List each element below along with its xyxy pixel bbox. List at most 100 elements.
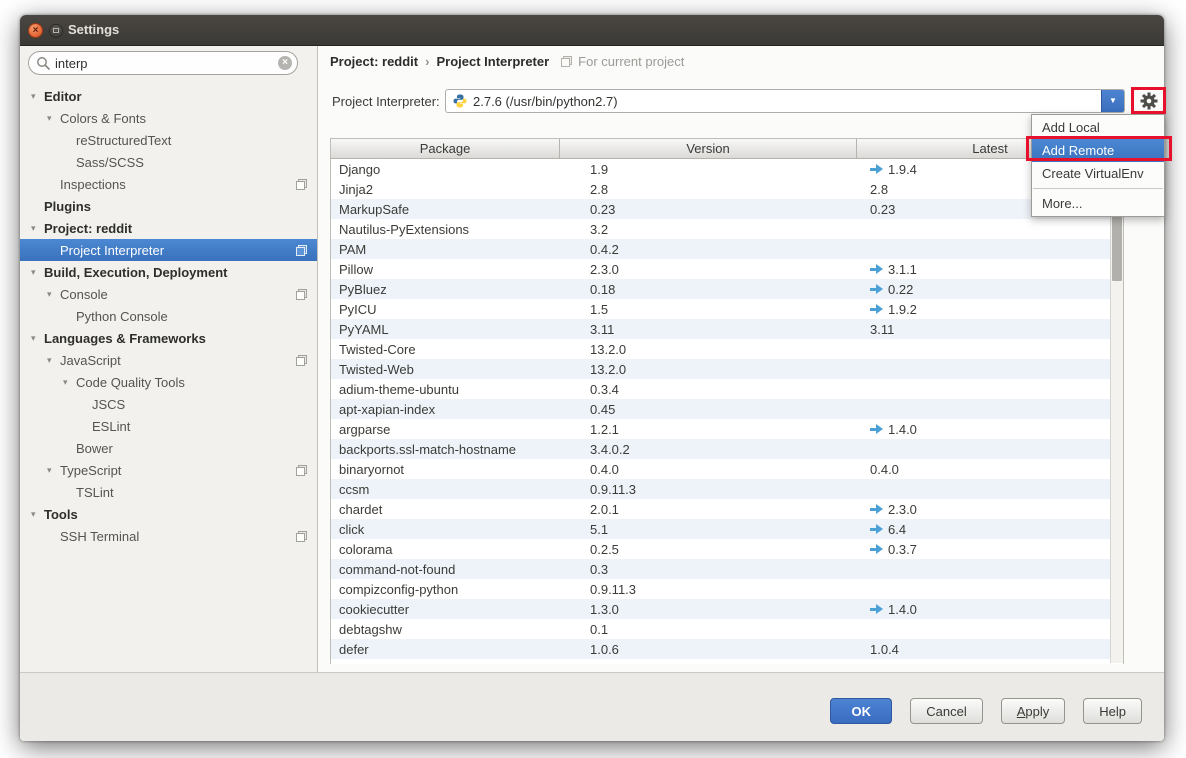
settings-search-input[interactable]	[28, 51, 298, 75]
package-row-pam[interactable]: PAM0.4.2	[331, 239, 1123, 259]
interpreter-select[interactable]: 2.7.6 (/usr/bin/python2.7) ▼	[445, 89, 1125, 113]
expand-arrow-icon[interactable]: ▾	[47, 465, 60, 476]
package-name: colorama	[331, 539, 560, 559]
package-row-twisted-web[interactable]: Twisted-Web13.2.0	[331, 359, 1123, 379]
package-row-pybluez[interactable]: PyBluez0.180.22	[331, 279, 1123, 299]
sidebar-item-bower[interactable]: Bower	[20, 437, 317, 459]
package-version: 0.2.5	[560, 539, 857, 559]
sidebar-item-restructuredtext[interactable]: reStructuredText	[20, 129, 317, 151]
current-project-page-icon	[296, 179, 307, 190]
sidebar-item-tslint[interactable]: TSLint	[20, 481, 317, 503]
sidebar-item-javascript[interactable]: ▾JavaScript	[20, 349, 317, 371]
sidebar-item-inspections[interactable]: Inspections	[20, 173, 317, 195]
package-row-click[interactable]: click5.16.4	[331, 519, 1123, 539]
sidebar-item-sass-scss[interactable]: Sass/SCSS	[20, 151, 317, 173]
package-row-pyyaml[interactable]: PyYAML3.113.11	[331, 319, 1123, 339]
sidebar-item-console[interactable]: ▾Console	[20, 283, 317, 305]
sidebar-item-languages-frameworks[interactable]: ▾Languages & Frameworks	[20, 327, 317, 349]
sidebar-item-eslint[interactable]: ESLint	[20, 415, 317, 437]
package-latest: 1.0.4	[857, 639, 1123, 659]
expand-arrow-icon[interactable]: ▾	[63, 377, 76, 388]
package-row-colorama[interactable]: colorama0.2.50.3.7	[331, 539, 1123, 559]
expand-arrow-icon[interactable]: ▾	[47, 289, 60, 300]
expand-arrow-icon[interactable]: ▾	[31, 223, 44, 234]
sidebar-item-python-console[interactable]: Python Console	[20, 305, 317, 327]
package-row-debtagshw[interactable]: debtagshw0.1	[331, 619, 1123, 639]
sidebar-item-colors-fonts[interactable]: ▾Colors & Fonts	[20, 107, 317, 129]
package-name: binaryornot	[331, 459, 560, 479]
package-name: MarkupSafe	[331, 199, 560, 219]
package-row-jinja2[interactable]: Jinja22.82.8	[331, 179, 1123, 199]
package-row-nautilus-pyextensions[interactable]: Nautilus-PyExtensions3.2	[331, 219, 1123, 239]
package-row-markupsafe[interactable]: MarkupSafe0.230.23	[331, 199, 1123, 219]
column-header-version[interactable]: Version	[560, 139, 857, 158]
sidebar-item-code-quality-tools[interactable]: ▾Code Quality Tools	[20, 371, 317, 393]
package-row-twisted-core[interactable]: Twisted-Core13.2.0	[331, 339, 1123, 359]
column-header-package[interactable]: Package	[331, 139, 560, 158]
package-row-chardet[interactable]: chardet2.0.12.3.0	[331, 499, 1123, 519]
package-row-compizconfig-python[interactable]: compizconfig-python0.9.11.3	[331, 579, 1123, 599]
help-button[interactable]: Help	[1083, 698, 1142, 724]
package-name: argparse	[331, 419, 560, 439]
breadcrumb-page: Project Interpreter	[436, 54, 549, 69]
sidebar-item-label: ESLint	[92, 419, 130, 434]
package-row-django[interactable]: Django1.91.9.4	[331, 159, 1123, 179]
package-row-binaryornot[interactable]: binaryornot0.4.00.4.0	[331, 459, 1123, 479]
sidebar-item-label: Bower	[76, 441, 113, 456]
expand-arrow-icon[interactable]: ▾	[31, 267, 44, 278]
package-latest: 3.1.1	[857, 259, 1123, 279]
sidebar-item-plugins[interactable]: Plugins	[20, 195, 317, 217]
gear-menu: Add LocalAdd RemoteCreate VirtualEnv More…	[1031, 114, 1165, 217]
package-row-pillow[interactable]: Pillow2.3.03.1.1	[331, 259, 1123, 279]
package-name: Jinja2	[331, 179, 560, 199]
package-row-dirspec[interactable]: dirspec13.1013.08	[331, 659, 1123, 664]
window-close-button[interactable]: ×	[28, 23, 43, 38]
sidebar-item-typescript[interactable]: ▾TypeScript	[20, 459, 317, 481]
menu-item-more[interactable]: More...	[1032, 192, 1164, 215]
expand-arrow-icon[interactable]: ▾	[47, 113, 60, 124]
interpreter-dropdown-arrow-icon[interactable]: ▼	[1101, 90, 1124, 112]
clear-search-icon[interactable]: ×	[278, 56, 292, 70]
expand-arrow-icon[interactable]: ▾	[31, 333, 44, 344]
gear-icon[interactable]	[1140, 92, 1158, 110]
package-row-cookiecutter[interactable]: cookiecutter1.3.01.4.0	[331, 599, 1123, 619]
upgrade-arrow-icon	[870, 304, 883, 314]
table-scrollbar[interactable]	[1110, 159, 1123, 663]
package-name: compizconfig-python	[331, 579, 560, 599]
sidebar-item-ssh-terminal[interactable]: SSH Terminal	[20, 525, 317, 547]
screenshot-stage: × Settings × ▾Editor▾Colors & FontsreStr…	[0, 0, 1186, 758]
package-row-backports-ssl-match-hostname[interactable]: backports.ssl-match-hostname3.4.0.2	[331, 439, 1123, 459]
breadcrumb: Project: reddit › Project Interpreter Fo…	[330, 54, 684, 69]
package-row-defer[interactable]: defer1.0.61.0.4	[331, 639, 1123, 659]
sidebar-item-label: TypeScript	[60, 463, 121, 478]
package-name: PAM	[331, 239, 560, 259]
sidebar-item-label: Build, Execution, Deployment	[44, 265, 227, 280]
package-version: 13.10	[560, 659, 857, 664]
package-row-command-not-found[interactable]: command-not-found0.3	[331, 559, 1123, 579]
package-row-apt-xapian-index[interactable]: apt-xapian-index0.45	[331, 399, 1123, 419]
expand-arrow-icon[interactable]: ▾	[31, 91, 44, 102]
package-row-ccsm[interactable]: ccsm0.9.11.3	[331, 479, 1123, 499]
latest-version-value: 1.9.2	[888, 302, 917, 317]
package-version: 1.5	[560, 299, 857, 319]
package-row-argparse[interactable]: argparse1.2.11.4.0	[331, 419, 1123, 439]
sidebar-item-project-reddit[interactable]: ▾Project: reddit	[20, 217, 317, 239]
current-project-page-icon	[296, 531, 307, 542]
package-row-adium-theme-ubuntu[interactable]: adium-theme-ubuntu0.3.4	[331, 379, 1123, 399]
expand-arrow-icon[interactable]: ▾	[31, 509, 44, 520]
sidebar-item-build-execution-deployment[interactable]: ▾Build, Execution, Deployment	[20, 261, 317, 283]
ok-button[interactable]: OK	[830, 698, 892, 724]
sidebar-item-project-interpreter[interactable]: Project Interpreter	[20, 239, 317, 261]
cancel-button[interactable]: Cancel	[910, 698, 982, 724]
menu-item-add-remote[interactable]: Add Remote	[1032, 139, 1164, 162]
package-row-pyicu[interactable]: PyICU1.51.9.2	[331, 299, 1123, 319]
package-name: backports.ssl-match-hostname	[331, 439, 560, 459]
sidebar-item-tools[interactable]: ▾Tools	[20, 503, 317, 525]
sidebar-item-editor[interactable]: ▾Editor	[20, 85, 317, 107]
expand-arrow-icon[interactable]: ▾	[47, 355, 60, 366]
sidebar-item-jscs[interactable]: JSCS	[20, 393, 317, 415]
apply-button[interactable]: Apply	[1001, 698, 1066, 724]
menu-item-create-virtualenv[interactable]: Create VirtualEnv	[1032, 162, 1164, 185]
window-maximize-button[interactable]	[49, 24, 63, 38]
menu-item-add-local[interactable]: Add Local	[1032, 116, 1164, 139]
